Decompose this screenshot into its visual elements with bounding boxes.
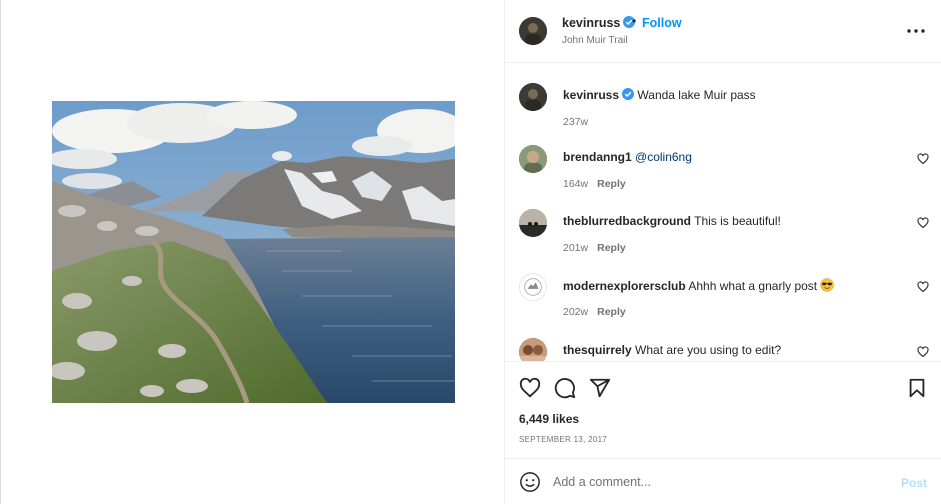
comment-meta: 201w Reply (563, 242, 626, 254)
comment-avatar[interactable] (519, 273, 547, 301)
emoji-icon[interactable] (519, 471, 541, 493)
comment-age[interactable]: 201w (563, 242, 588, 254)
post-comment-button[interactable]: Post (901, 476, 927, 490)
post-header: kevinruss • Follow John Muir Trail (505, 0, 941, 63)
post-location[interactable]: John Muir Trail (562, 35, 628, 46)
post-date: SEPTEMBER 13, 2017 (519, 435, 608, 444)
comment-text: modernexplorersclub Ahhh what a gnarly p… (563, 278, 834, 294)
author-username[interactable]: kevinruss (562, 16, 636, 30)
post-details-pane: kevinruss • Follow John Muir Trail kevin… (504, 0, 941, 504)
comment-avatar[interactable] (519, 145, 547, 173)
comment-username[interactable]: brendanng1 (563, 150, 632, 164)
comment-meta: 202w Reply (563, 306, 626, 318)
comment-mention[interactable]: @colin6ng (635, 150, 692, 164)
post-actions: 6,449 likes SEPTEMBER 13, 2017 (505, 361, 941, 458)
sunglasses-emoji-icon (820, 278, 834, 292)
follow-button[interactable]: Follow (642, 16, 682, 30)
heart-icon[interactable] (519, 377, 541, 399)
comment-body: Ahhh what a gnarly post (688, 279, 818, 293)
bookmark-icon[interactable] (906, 377, 928, 399)
caption-age[interactable]: 237w (563, 116, 588, 128)
like-comment-heart-icon[interactable] (917, 153, 929, 165)
comment-body: This is beautiful! (694, 214, 781, 228)
comment-icon[interactable] (554, 377, 576, 399)
comment-input[interactable] (553, 469, 883, 495)
comment-username[interactable]: theblurredbackground (563, 214, 691, 228)
author-avatar[interactable] (519, 17, 547, 45)
reply-button[interactable]: Reply (597, 242, 626, 254)
comment-username[interactable]: thesquirrely (563, 343, 632, 357)
comment-age[interactable]: 202w (563, 306, 588, 318)
caption-body: Wanda lake Muir pass (637, 88, 756, 102)
likes-count[interactable]: 6,449 likes (519, 412, 579, 426)
comment-text: brendanng1 @colin6ng (563, 150, 692, 165)
verified-badge-icon (622, 88, 635, 100)
caption-username[interactable]: kevinruss (563, 88, 619, 102)
comment-meta: 164w Reply (563, 178, 626, 190)
comment-text: theblurredbackground This is beautiful! (563, 214, 781, 229)
separator-dot: • (632, 14, 637, 28)
post-photo[interactable] (52, 101, 455, 403)
comment-age[interactable]: 164w (563, 178, 588, 190)
add-comment-bar: Post (505, 458, 941, 504)
like-comment-heart-icon[interactable] (917, 346, 929, 358)
reply-button[interactable]: Reply (597, 178, 626, 190)
lake-landscape-image (52, 101, 455, 403)
comment-body: What are you using to edit? (635, 343, 782, 357)
caption-avatar[interactable] (519, 83, 547, 111)
media-pane (0, 0, 504, 504)
comment-avatar[interactable] (519, 209, 547, 237)
like-comment-heart-icon[interactable] (917, 217, 929, 229)
comment-username[interactable]: modernexplorersclub (563, 279, 686, 293)
comment-avatar[interactable] (519, 338, 547, 361)
like-comment-heart-icon[interactable] (917, 281, 929, 293)
caption-text: kevinruss Wanda lake Muir pass (563, 88, 756, 103)
reply-button[interactable]: Reply (597, 306, 626, 318)
caption-meta: 237w (563, 116, 588, 128)
comment-text: thesquirrely What are you using to edit? (563, 343, 781, 358)
more-horizontal-icon[interactable] (905, 22, 927, 40)
share-icon[interactable] (589, 377, 611, 399)
comments-list[interactable]: kevinruss Wanda lake Muir pass 237w bren… (505, 63, 941, 361)
